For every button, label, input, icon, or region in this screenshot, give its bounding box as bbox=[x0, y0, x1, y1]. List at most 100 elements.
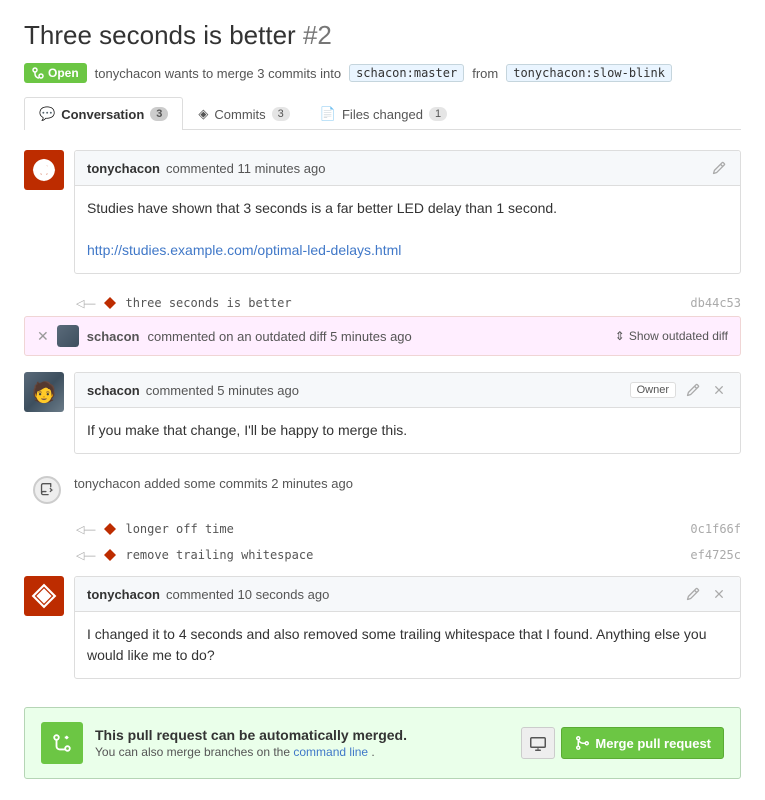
diff-icon: ⇕ bbox=[615, 329, 625, 343]
conversation-count: 3 bbox=[150, 107, 168, 121]
tab-files[interactable]: 📄 Files changed 1 bbox=[305, 97, 462, 130]
event-added-commits: tonychacon added some commits 2 minutes … bbox=[24, 470, 741, 510]
merge-icon bbox=[51, 732, 73, 754]
x-icon bbox=[712, 383, 726, 397]
tab-files-label: Files changed bbox=[342, 107, 423, 122]
commit-message-1: three seconds is better bbox=[125, 296, 291, 310]
comment-text-3: I changed it to 4 seconds and also remov… bbox=[87, 624, 728, 666]
status-bar: Open tonychacon wants to merge 3 commits… bbox=[24, 63, 741, 83]
git-merge-icon bbox=[32, 67, 44, 79]
x-icon-3 bbox=[712, 587, 726, 601]
comment-author-1: tonychacon bbox=[87, 161, 160, 176]
comment-time-2: commented 5 minutes ago bbox=[146, 383, 299, 398]
merge-pr-icon bbox=[574, 735, 590, 751]
page-title: Three seconds is better #2 bbox=[24, 20, 741, 51]
comment-actions-2: Owner bbox=[630, 381, 728, 399]
command-line-link[interactable]: command line bbox=[293, 745, 371, 759]
comment-3: tonychacon commented 10 seconds ago I ch… bbox=[24, 576, 741, 679]
git-logo-icon bbox=[31, 157, 57, 183]
local-merge-button[interactable] bbox=[521, 727, 555, 759]
comment-1: tonychacon commented 11 minutes ago Stud… bbox=[24, 150, 741, 274]
comment-header-1: tonychacon commented 11 minutes ago bbox=[75, 151, 740, 186]
tab-conversation[interactable]: 💬 Conversation 3 bbox=[24, 97, 183, 130]
file-icon: 📄 bbox=[320, 106, 336, 122]
comment-actions-1 bbox=[710, 159, 728, 177]
commit-diamond-icon-2 bbox=[103, 522, 117, 536]
delete-button-2[interactable] bbox=[710, 381, 728, 399]
outdated-time: commented on an outdated diff 5 minutes … bbox=[147, 329, 411, 344]
commit-hash-1: db44c53 bbox=[690, 296, 741, 310]
comment-text-2: If you make that change, I'll be happy t… bbox=[87, 420, 728, 441]
merge-icon-box bbox=[41, 722, 83, 764]
commit-message-2: longer off time bbox=[125, 522, 233, 536]
tab-commits-label: Commits bbox=[214, 107, 265, 122]
commit-arrow-icon-2: ◁— bbox=[76, 523, 95, 536]
badge-label: Open bbox=[48, 66, 79, 80]
edit-button-3[interactable] bbox=[684, 585, 702, 603]
meta-text: tonychacon wants to merge 3 commits into bbox=[95, 66, 341, 81]
merge-pull-request-button[interactable]: Merge pull request bbox=[561, 727, 724, 759]
show-outdated-diff-button[interactable]: ⇕ Show outdated diff bbox=[615, 329, 728, 343]
commits-count: 3 bbox=[272, 107, 290, 121]
comment-2: 🧑 schacon commented 5 minutes ago Owner bbox=[24, 372, 741, 454]
open-badge: Open bbox=[24, 63, 87, 83]
commit-icon: ◈ bbox=[198, 106, 208, 122]
edit-button-1[interactable] bbox=[710, 159, 728, 177]
pencil-icon-3 bbox=[686, 587, 700, 601]
git-logo-icon-3 bbox=[31, 583, 57, 609]
from-text: from bbox=[472, 66, 498, 81]
edit-button-2[interactable] bbox=[684, 381, 702, 399]
comment-author-3: tonychacon bbox=[87, 587, 160, 602]
comment-header-3: tonychacon commented 10 seconds ago bbox=[75, 577, 740, 612]
comment-body-1: Studies have shown that 3 seconds is a f… bbox=[75, 186, 740, 273]
commit-arrow-icon-1: ◁— bbox=[76, 297, 95, 310]
merge-text: This pull request can be automatically m… bbox=[95, 727, 509, 759]
commit-diamond-icon-3 bbox=[103, 548, 117, 562]
tab-bar: 💬 Conversation 3 ◈ Commits 3 📄 Files cha… bbox=[24, 97, 741, 130]
tab-conversation-label: Conversation bbox=[61, 107, 144, 122]
repo-push-icon bbox=[40, 483, 54, 497]
comment-box-2: schacon commented 5 minutes ago Owner If… bbox=[74, 372, 741, 454]
tonychacon-avatar-3 bbox=[24, 576, 64, 616]
command-line-text: command line bbox=[293, 745, 368, 759]
commits-event-icon bbox=[33, 476, 61, 504]
comment-header-2: schacon commented 5 minutes ago Owner bbox=[75, 373, 740, 408]
comment-time-3: commented 10 seconds ago bbox=[166, 587, 329, 602]
tonychacon-avatar-1 bbox=[24, 150, 64, 190]
owner-badge: Owner bbox=[630, 382, 676, 398]
pencil-icon-2 bbox=[686, 383, 700, 397]
source-branch: tonychacon:slow-blink bbox=[506, 64, 672, 82]
schacon-avatar: 🧑 bbox=[24, 372, 64, 412]
event-text: tonychacon added some commits 2 minutes … bbox=[74, 476, 353, 491]
merge-subtitle: You can also merge branches on the comma… bbox=[95, 745, 509, 759]
outdated-author-name: schacon bbox=[87, 329, 140, 344]
commit-line-1: ◁— three seconds is better db44c53 bbox=[24, 290, 741, 316]
close-outdated-icon[interactable]: ✕ bbox=[37, 328, 49, 345]
delete-button-3[interactable] bbox=[710, 585, 728, 603]
title-text: Three seconds is better bbox=[24, 20, 296, 50]
commit-line-3: ◁— remove trailing whitespace ef4725c bbox=[24, 542, 741, 568]
comment-time-1: commented 11 minutes ago bbox=[166, 161, 325, 176]
commit-arrow-icon-3: ◁— bbox=[76, 549, 95, 562]
outdated-author: schacon bbox=[87, 329, 140, 344]
comment-meta-1: tonychacon commented 11 minutes ago bbox=[87, 161, 325, 176]
merge-subtitle-text: You can also merge branches on the bbox=[95, 745, 290, 759]
comment-box-3: tonychacon commented 10 seconds ago I ch… bbox=[74, 576, 741, 679]
commit-hash-2: 0c1f66f bbox=[690, 522, 741, 536]
tab-commits[interactable]: ◈ Commits 3 bbox=[183, 97, 304, 130]
merge-title: This pull request can be automatically m… bbox=[95, 727, 407, 743]
comment-link-1[interactable]: http://studies.example.com/optimal-led-d… bbox=[87, 242, 401, 258]
pencil-icon bbox=[712, 161, 726, 175]
comment-actions-3 bbox=[684, 585, 728, 603]
chat-icon: 💬 bbox=[39, 106, 55, 122]
commit-message-3: remove trailing whitespace bbox=[125, 548, 313, 562]
commit-diamond-icon-1 bbox=[103, 296, 117, 310]
comment-body-2: If you make that change, I'll be happy t… bbox=[75, 408, 740, 453]
pr-number: #2 bbox=[303, 20, 332, 50]
comment-text-1: Studies have shown that 3 seconds is a f… bbox=[87, 198, 728, 219]
files-count: 1 bbox=[429, 107, 447, 121]
schacon-avatar-small bbox=[57, 325, 79, 347]
target-branch: schacon:master bbox=[349, 64, 464, 82]
comment-body-3: I changed it to 4 seconds and also remov… bbox=[75, 612, 740, 678]
outdated-row: ✕ schacon commented on an outdated diff … bbox=[24, 316, 741, 356]
